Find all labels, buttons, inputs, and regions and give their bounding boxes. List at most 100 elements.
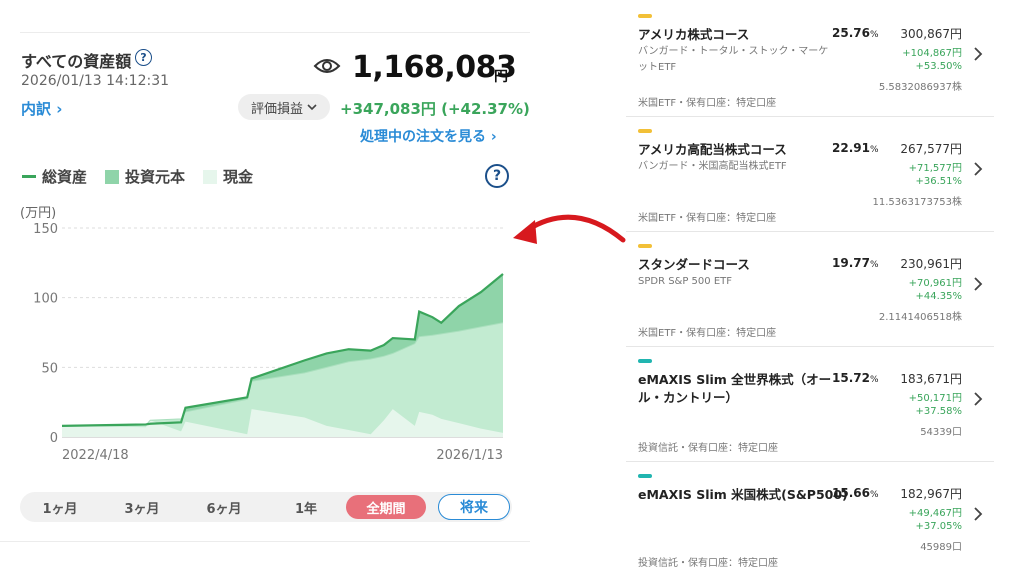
allocation-unit: % <box>869 30 879 40</box>
category-tag <box>638 474 652 478</box>
holding-value: 300,867円 <box>900 27 962 41</box>
holding-name: アメリカ高配当株式コース <box>638 142 787 157</box>
legend-total: 総資産 <box>22 166 87 187</box>
pending-orders-link[interactable]: 処理中の注文を見る › <box>360 126 497 146</box>
holding-pnl: +70,961円 <box>908 278 962 289</box>
legend-cash-swatch <box>203 169 218 184</box>
legend-principal-label: 投資元本 <box>125 168 186 186</box>
chevron-right-icon <box>974 392 983 406</box>
total-value: 1,168,083 <box>352 50 517 85</box>
chart-help-icon[interactable]: ? <box>485 164 509 188</box>
allocation-unit: % <box>869 145 879 155</box>
y-tick-label: 100 <box>33 292 58 307</box>
timestamp: 2026/01/13 14:12:31 <box>21 73 170 89</box>
divider <box>20 32 530 33</box>
allocation-unit: % <box>869 375 879 385</box>
chevron-right-icon <box>974 277 983 291</box>
holding-quantity: 5.5832086937株 <box>878 82 962 93</box>
legend-cash-label: 現金 <box>223 168 254 186</box>
holding-name: スタンダードコース <box>638 257 750 272</box>
allocation-pct: 25.76% <box>832 26 879 40</box>
eye-icon[interactable] <box>313 56 341 76</box>
holdings-list: アメリカ株式コースバンガード・トータル・ストック・マーケットETF 25.76% 3… <box>626 0 994 576</box>
fund-name: バンガード・米国高配当株式ETF <box>638 161 787 172</box>
asset-chart: 0 50 100 150 2022/4/18 2026/1/13 <box>33 222 504 463</box>
account-type: 投資信託・保有口座：特定口座 <box>638 558 778 569</box>
y-tick-label: 50 <box>41 361 58 376</box>
chevron-right-icon <box>974 162 983 176</box>
period-tab[interactable]: 3ヶ月 <box>102 492 182 522</box>
holding-quantity: 11.5363173753株 <box>872 197 962 208</box>
fund-name: バンガード・トータル・ストック・マーケットETF <box>638 46 829 73</box>
holding-pnl: +49,467円 <box>908 508 962 519</box>
holding-value: 230,961円 <box>900 257 962 271</box>
future-button[interactable]: 将来 <box>438 494 510 520</box>
holding-card[interactable]: アメリカ株式コースバンガード・トータル・ストック・マーケットETF 25.76% 3… <box>626 2 994 117</box>
allocation-unit: % <box>869 260 879 270</box>
chart-legend: 総資産 投資元本 現金 <box>22 166 271 187</box>
holding-quantity: 45989口 <box>920 542 962 553</box>
total-assets-title: すべての資産額 <box>21 52 132 71</box>
asset-summary-panel: すべての資産額 ? 2026/01/13 14:12:31 1,168,083 … <box>0 0 530 576</box>
category-tag <box>638 14 652 18</box>
holding-return-rate: +53.50% <box>915 61 962 72</box>
holding-pnl: +71,577円 <box>908 163 962 174</box>
holding-card[interactable]: スタンダードコース SPDR S&P 500 ETF 19.77% 230,961円 +… <box>626 232 994 347</box>
category-tag <box>638 359 652 363</box>
legend-cash: 現金 <box>203 166 253 187</box>
account-type: 投資信託・保有口座：特定口座 <box>638 443 778 454</box>
help-icon[interactable]: ? <box>135 49 152 66</box>
allocation-value: 22.91 <box>832 141 870 155</box>
holding-pnl: +50,171円 <box>908 393 962 404</box>
y-tick-label: 150 <box>33 222 58 237</box>
holding-name: アメリカ株式コース <box>638 27 750 42</box>
allocation-value: 19.77 <box>832 256 870 270</box>
holding-card[interactable]: アメリカ高配当株式コースバンガード・米国高配当株式ETF 22.91% 267,57… <box>626 117 994 232</box>
fund-name: SPDR S&P 500 ETF <box>638 276 733 287</box>
allocation-value: 25.76 <box>832 26 870 40</box>
holding-return-rate: +44.35% <box>915 291 962 302</box>
pnl-toggle[interactable]: 評価損益 <box>238 94 330 120</box>
period-tab[interactable]: 6ヶ月 <box>184 492 264 522</box>
allocation-pct: 15.66% <box>832 486 879 500</box>
allocation-unit: % <box>869 490 879 500</box>
legend-total-label: 総資産 <box>42 168 88 186</box>
period-tab[interactable]: 1ヶ月 <box>20 492 100 522</box>
legend-principal: 投資元本 <box>105 166 185 187</box>
allocation-value: 15.66 <box>832 486 870 500</box>
period-tab[interactable]: 全期間 <box>346 495 426 519</box>
breakdown-link[interactable]: 内訳 › <box>21 98 62 119</box>
holding-name: eMAXIS Slim 米国株式(S&P500) <box>638 487 848 502</box>
category-tag <box>638 244 652 248</box>
account-type: 米国ETF・保有口座：特定口座 <box>638 328 777 339</box>
allocation-value: 15.72 <box>832 371 870 385</box>
holding-name-cont: ル・カントリー） <box>638 390 739 405</box>
allocation-pct: 22.91% <box>832 141 879 155</box>
x-tick-label: 2022/4/18 <box>62 448 129 463</box>
pnl-toggle-label: 評価損益 <box>250 101 303 117</box>
legend-principal-swatch <box>105 169 120 184</box>
total-value-unit: 円 <box>494 69 508 85</box>
chevron-right-icon <box>974 47 983 61</box>
category-tag <box>638 129 652 133</box>
holding-return-rate: +37.58% <box>915 406 962 417</box>
holding-return-rate: +36.51% <box>915 176 962 187</box>
chevron-right-icon <box>974 507 983 521</box>
holding-name: eMAXIS Slim 全世界株式（オー <box>638 372 832 387</box>
allocation-pct: 19.77% <box>832 256 879 270</box>
chevron-down-icon <box>307 104 317 111</box>
x-tick-label: 2026/1/13 <box>436 448 503 463</box>
holding-value: 182,967円 <box>900 487 962 501</box>
holding-card[interactable]: eMAXIS Slim 米国株式(S&P500) 15.66% 182,967円 +4… <box>626 462 994 576</box>
period-tab[interactable]: 1年 <box>266 492 346 522</box>
holding-card[interactable]: eMAXIS Slim 全世界株式（オー ル・カントリー） 15.72% 183,67… <box>626 347 994 462</box>
allocation-pct: 15.72% <box>832 371 879 385</box>
legend-line-swatch <box>22 175 36 178</box>
holding-value: 267,577円 <box>900 142 962 156</box>
y-tick-label: 0 <box>50 431 58 446</box>
divider <box>0 541 530 542</box>
holding-pnl: +104,867円 <box>902 48 962 59</box>
unrealized-gain: +347,083円 (+42.37%) <box>340 100 530 118</box>
holding-quantity: 54339口 <box>920 427 962 438</box>
holding-return-rate: +37.05% <box>915 521 962 532</box>
